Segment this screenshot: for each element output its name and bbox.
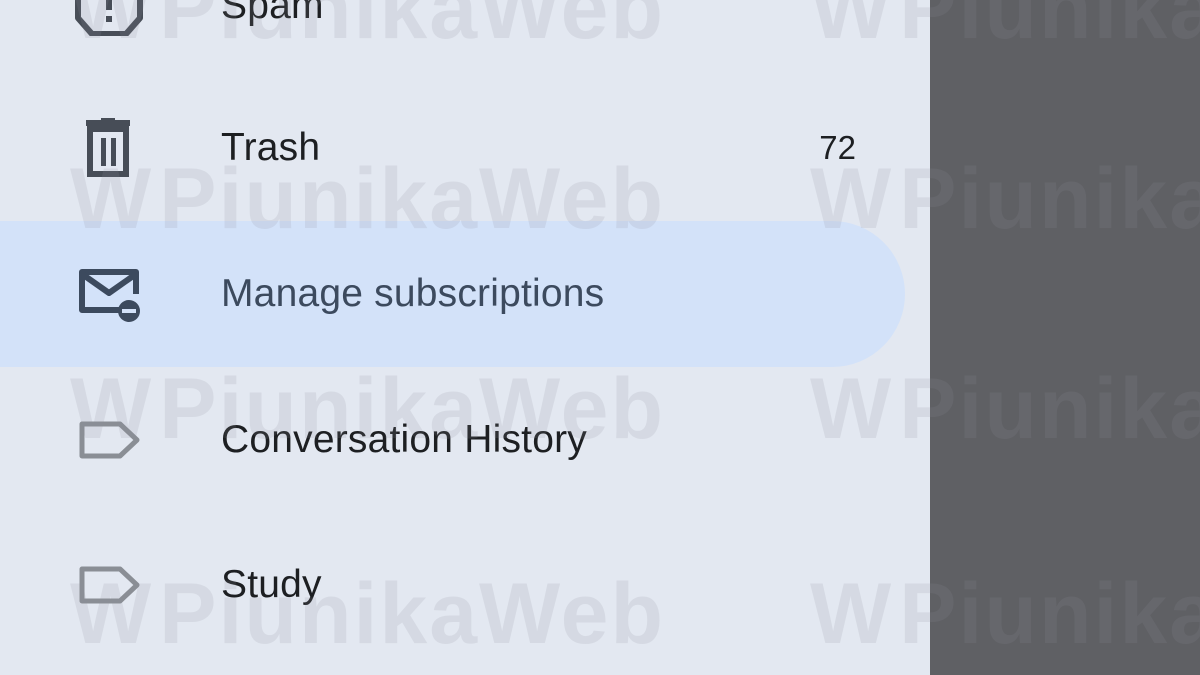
drawer-item-label: Trash	[221, 126, 321, 169]
drawer-scrim[interactable]	[930, 0, 1200, 675]
gmail-screen: Spam Trash 72 Manage subscriptions Conve…	[0, 0, 1200, 675]
drawer-item-label: Manage subscriptions	[221, 272, 605, 315]
trash-icon	[86, 118, 130, 177]
drawer-item-trash[interactable]: Trash 72	[0, 75, 905, 221]
drawer-item-conversation-history[interactable]: Conversation History	[0, 367, 905, 513]
drawer-item-study[interactable]: Study	[0, 512, 905, 658]
navigation-drawer: Spam Trash 72 Manage subscriptions Conve…	[0, 0, 930, 675]
label-icon	[79, 421, 140, 459]
drawer-item-spam[interactable]: Spam	[0, 0, 905, 79]
unsubscribe-mail-icon	[79, 269, 140, 322]
label-icon	[79, 566, 140, 604]
drawer-item-label: Conversation History	[221, 418, 587, 461]
drawer-item-label: Spam	[221, 0, 324, 27]
drawer-item-label: Study	[221, 563, 322, 606]
drawer-item-manage-subscriptions[interactable]: Manage subscriptions	[0, 221, 905, 367]
spam-report-icon	[75, 0, 143, 36]
trash-count-badge: 72	[819, 129, 856, 166]
